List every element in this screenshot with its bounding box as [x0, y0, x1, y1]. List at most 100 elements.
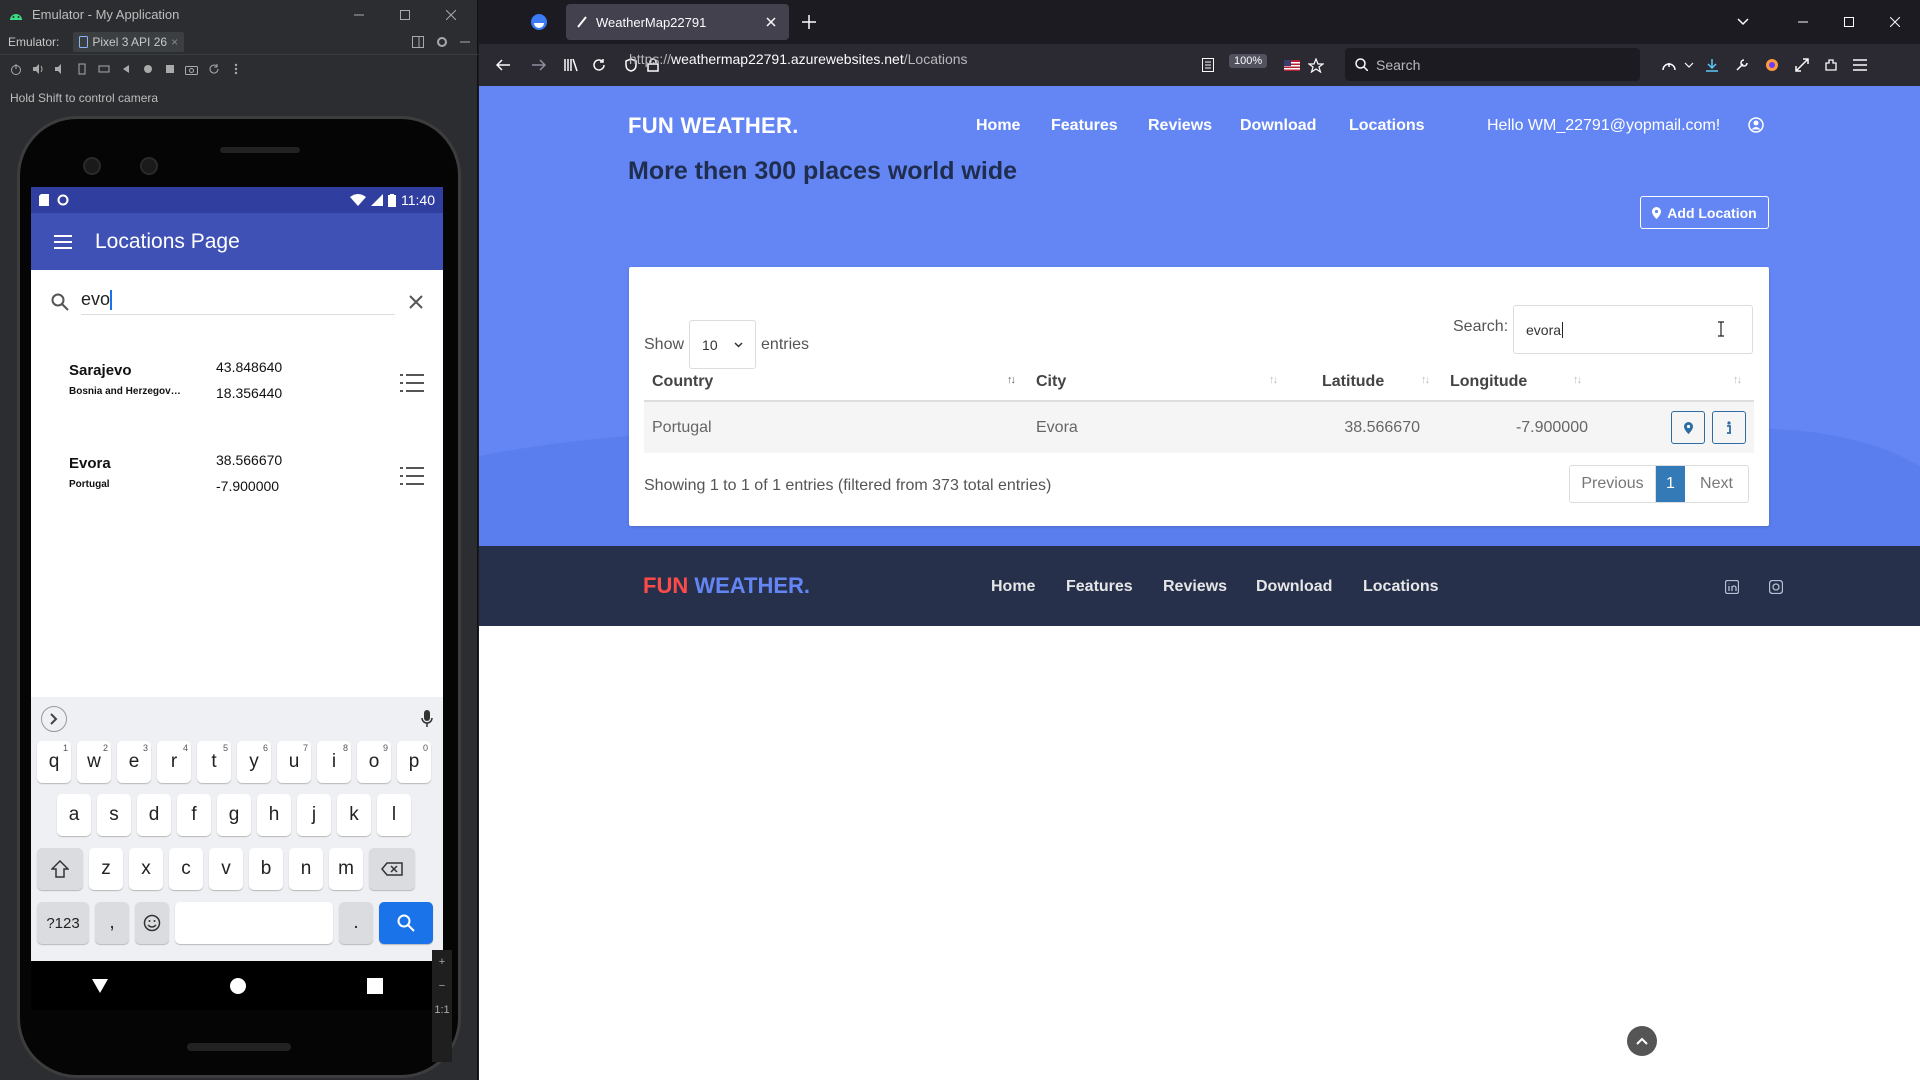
list-item[interactable]: Sarajevo Bosnia and Herzegovi... 43.8486… [31, 354, 443, 424]
power-icon[interactable] [8, 62, 23, 77]
fullscreen-icon[interactable] [1790, 53, 1814, 77]
emoji-key[interactable] [135, 902, 169, 944]
maximize-icon[interactable] [382, 0, 428, 29]
rotate-left-icon[interactable] [74, 62, 89, 77]
reload-icon[interactable] [587, 53, 611, 77]
key-v[interactable]: v [209, 848, 243, 890]
nav-home[interactable]: Home [976, 117, 1020, 135]
more-icon[interactable] [228, 62, 243, 77]
extension-color-icon[interactable] [1760, 53, 1784, 77]
back-icon[interactable] [118, 62, 133, 77]
scroll-to-top-icon[interactable] [1627, 1026, 1657, 1056]
user-greeting[interactable]: Hello WM_22791@yopmail.com! [1487, 117, 1720, 135]
nav-home-icon[interactable] [229, 977, 247, 995]
key-n[interactable]: n [289, 848, 323, 890]
key-c[interactable]: c [169, 848, 203, 890]
key-m[interactable]: m [329, 848, 363, 890]
symbols-key[interactable]: ?123 [37, 902, 89, 944]
zoom-out-icon[interactable]: − [439, 980, 445, 992]
key-o[interactable]: o9 [357, 741, 391, 783]
shift-key[interactable] [37, 848, 83, 890]
volume-down-icon[interactable] [52, 62, 67, 77]
map-marker-button[interactable] [1671, 411, 1705, 445]
key-q[interactable]: q1 [37, 741, 71, 783]
browser-search-box[interactable]: Search [1345, 48, 1640, 81]
footer-nav-locations[interactable]: Locations [1363, 578, 1439, 596]
zoom-level[interactable]: 100% [1229, 54, 1268, 68]
download-icon[interactable] [1700, 53, 1724, 77]
column-header-country[interactable]: Country ↑↓ [644, 364, 1028, 402]
key-k[interactable]: k [337, 794, 371, 836]
previous-page-button[interactable]: Previous [1570, 466, 1656, 502]
extensions-icon[interactable] [1819, 53, 1843, 77]
minimize-icon[interactable] [336, 0, 382, 29]
period-key[interactable]: . [339, 902, 373, 944]
space-key[interactable] [175, 902, 333, 944]
key-i[interactable]: i8 [317, 741, 351, 783]
page-1-button[interactable]: 1 [1656, 466, 1685, 502]
list-details-icon[interactable] [399, 372, 425, 394]
key-p[interactable]: p0 [397, 741, 431, 783]
key-x[interactable]: x [129, 848, 163, 890]
instagram-icon[interactable] [1768, 579, 1784, 595]
key-s[interactable]: s [97, 794, 131, 836]
refresh-icon[interactable] [206, 62, 221, 77]
key-a[interactable]: a [57, 794, 91, 836]
next-page-button[interactable]: Next [1685, 466, 1748, 502]
linkedin-icon[interactable] [1724, 579, 1740, 595]
footer-nav-home[interactable]: Home [991, 578, 1035, 596]
column-header-longitude[interactable]: Longitude ↑↓ [1442, 364, 1594, 402]
column-header-actions[interactable]: ↑↓ [1594, 364, 1754, 402]
list-all-tabs-icon[interactable] [1720, 0, 1766, 44]
browser-close-icon[interactable] [1872, 0, 1918, 44]
app-menu-icon[interactable] [1848, 53, 1872, 77]
hamburger-menu-icon[interactable] [31, 213, 95, 270]
site-logo[interactable]: FUN WEATHER. [628, 113, 799, 139]
zoom-ratio-button[interactable]: 1:1 [434, 1004, 449, 1016]
flag-us-icon[interactable] [1280, 53, 1304, 77]
device-tab-close-icon[interactable]: × [171, 35, 178, 49]
back-arrow-icon[interactable] [491, 53, 515, 77]
rotate-right-icon[interactable] [96, 62, 111, 77]
reader-view-icon[interactable] [1196, 53, 1220, 77]
key-f[interactable]: f [177, 794, 211, 836]
home-icon[interactable] [140, 62, 155, 77]
phone-search-input[interactable]: evo [81, 289, 395, 316]
overview-icon[interactable] [162, 62, 177, 77]
nav-download[interactable]: Download [1240, 117, 1316, 135]
column-header-city[interactable]: City ↑↓ [1028, 364, 1290, 402]
key-e[interactable]: e3 [117, 741, 151, 783]
comma-key[interactable]: , [95, 902, 129, 944]
add-location-button[interactable]: Add Location [1640, 196, 1769, 229]
footer-nav-features[interactable]: Features [1066, 578, 1133, 596]
nav-features[interactable]: Features [1051, 117, 1118, 135]
gear-icon[interactable] [436, 36, 448, 48]
key-r[interactable]: r4 [157, 741, 191, 783]
nav-reviews[interactable]: Reviews [1148, 117, 1212, 135]
page-length-select[interactable]: 10 [689, 320, 757, 369]
key-w[interactable]: w2 [77, 741, 111, 783]
new-tab-icon[interactable] [799, 12, 819, 32]
key-b[interactable]: b [249, 848, 283, 890]
key-g[interactable]: g [217, 794, 251, 836]
device-tab[interactable]: Pixel 3 API 26 × [73, 31, 185, 52]
tab-weathermap[interactable]: WeatherMap22791 [566, 4, 789, 40]
library-icon[interactable] [559, 53, 583, 77]
key-l[interactable]: l [377, 794, 411, 836]
key-t[interactable]: t5 [197, 741, 231, 783]
nav-locations[interactable]: Locations [1349, 117, 1425, 135]
close-icon[interactable] [428, 0, 474, 29]
footer-logo[interactable]: FUN WEATHER. [643, 573, 810, 599]
search-key[interactable] [379, 902, 433, 944]
wrench-icon[interactable] [1730, 53, 1754, 77]
footer-nav-download[interactable]: Download [1256, 578, 1332, 596]
hide-panel-icon[interactable] [460, 37, 470, 47]
forward-arrow-icon[interactable] [527, 53, 551, 77]
volume-up-icon[interactable] [30, 62, 45, 77]
url-bar[interactable]: https://weathermap22791.azurewebsites.ne… [629, 51, 968, 67]
firefox-view-icon[interactable] [529, 12, 549, 32]
key-h[interactable]: h [257, 794, 291, 836]
key-j[interactable]: j [297, 794, 331, 836]
key-d[interactable]: d [137, 794, 171, 836]
list-item[interactable]: Evora Portugal 38.566670 -7.900000 [31, 447, 443, 517]
